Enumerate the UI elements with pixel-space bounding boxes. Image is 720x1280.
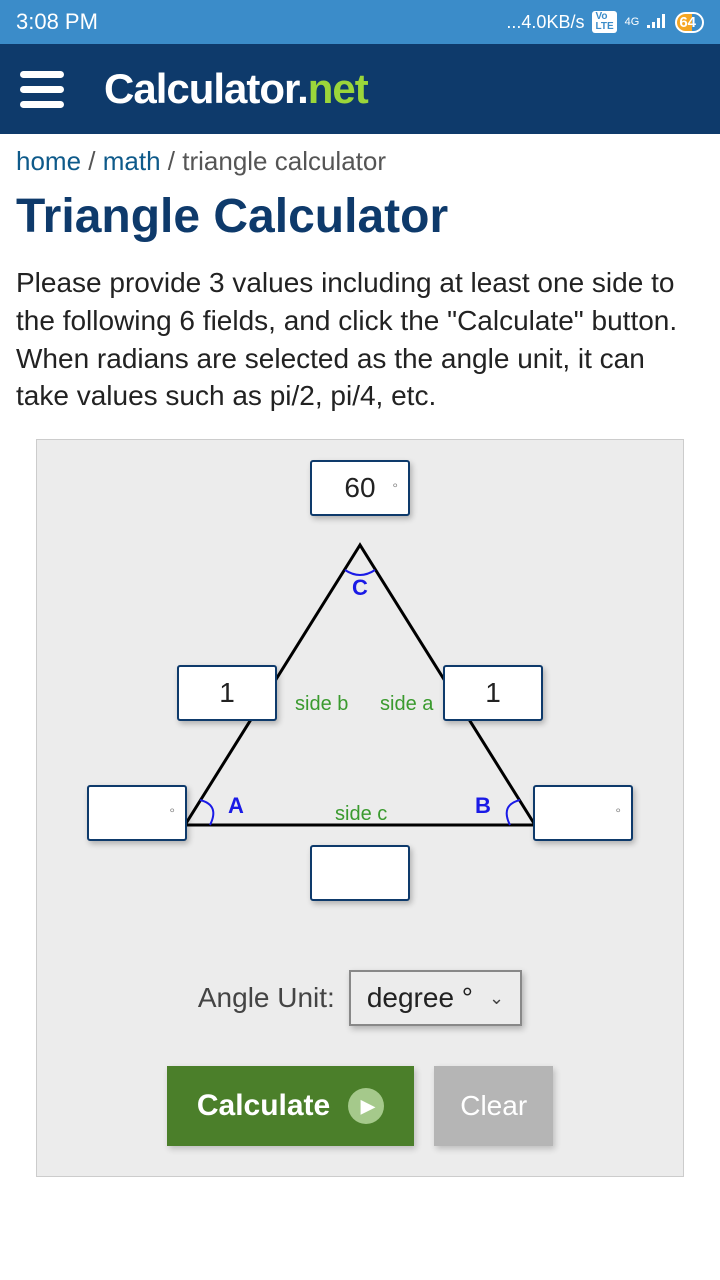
side-c-input[interactable] [310,845,410,901]
angle-unit-select[interactable]: degree ° ⌄ [349,970,522,1026]
side-b-label: side b [295,693,348,715]
breadcrumb-home[interactable]: home [16,146,81,176]
breadcrumb-sep: / [88,146,102,176]
page-title: Triangle Calculator [0,185,720,264]
logo-main: Calculator. [104,65,308,112]
breadcrumb-current: triangle calculator [182,146,386,176]
angle-B-input[interactable]: ° [533,785,633,841]
angle-A-input[interactable]: ° [87,785,187,841]
side-a-label: side a [380,693,434,715]
calculate-label: Calculate [197,1089,330,1123]
logo-ext: net [308,65,368,112]
play-icon: ▶ [348,1088,384,1124]
angle-C-input[interactable]: 60 ° [310,460,410,516]
button-row: Calculate ▶ Clear [57,1066,663,1146]
chevron-down-icon: ⌄ [489,988,504,1009]
side-a-input[interactable]: 1 [443,665,543,721]
battery-indicator: 64 [675,12,704,33]
side-b-input[interactable]: 1 [177,665,277,721]
calculate-button[interactable]: Calculate ▶ [167,1066,414,1146]
calculator-panel: C A B side b side a side c 60 ° 1 1 ° ° [36,439,684,1177]
clear-label: Clear [460,1090,527,1121]
breadcrumb-math[interactable]: math [103,146,161,176]
triangle-diagram: C A B side b side a side c 60 ° 1 1 ° ° [57,460,663,940]
app-header: Calculator.net [0,44,720,134]
network-type: 4G [625,17,640,28]
volte-icon: VoLTE [592,11,616,33]
status-bar: 3:08 PM ...4.0KB/s VoLTE 4G 64 [0,0,720,44]
instructions-text: Please provide 3 values including at lea… [0,264,720,439]
signal-icon [647,12,667,33]
status-right: ...4.0KB/s VoLTE 4G 64 [506,11,704,33]
angle-unit-label: Angle Unit: [198,982,335,1014]
clear-button[interactable]: Clear [434,1066,553,1146]
degree-icon: ° [615,805,621,821]
vertex-B-label: B [475,793,491,818]
vertex-A-label: A [228,793,244,818]
breadcrumb: home / math / triangle calculator [0,134,720,185]
vertex-C-label: C [352,575,368,600]
side-a-value: 1 [445,677,541,709]
breadcrumb-sep: / [168,146,182,176]
data-speed: ...4.0KB/s [506,12,584,33]
angle-unit-selected: degree ° [367,982,473,1014]
degree-icon: ° [169,805,175,821]
status-time: 3:08 PM [16,9,98,35]
site-logo[interactable]: Calculator.net [104,65,368,113]
side-c-label: side c [335,803,387,825]
battery-level: 64 [679,14,696,31]
angle-unit-row: Angle Unit: degree ° ⌄ [57,970,663,1026]
degree-icon: ° [392,480,398,496]
side-b-value: 1 [179,677,275,709]
menu-icon[interactable] [20,71,64,108]
